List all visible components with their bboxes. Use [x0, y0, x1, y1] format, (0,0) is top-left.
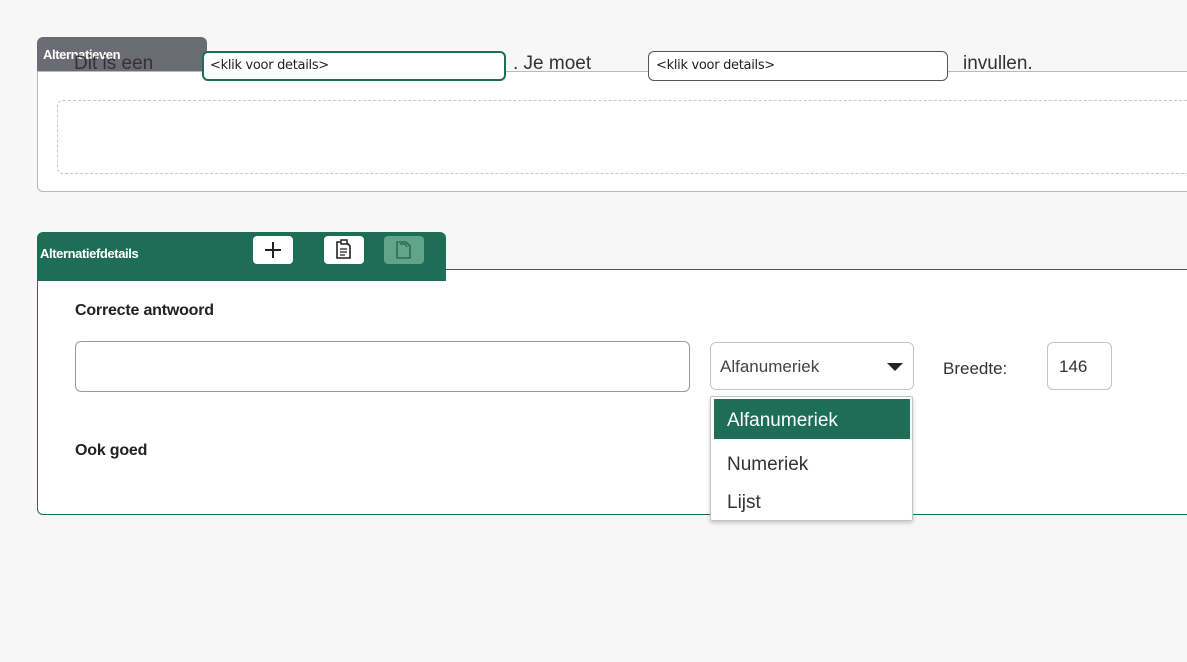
- correct-answer-input[interactable]: [75, 341, 690, 392]
- paste-icon: [396, 241, 411, 259]
- gap-field-2[interactable]: <klik voor details>: [648, 51, 948, 81]
- gap-field-1[interactable]: <klik voor details>: [202, 51, 506, 81]
- paste-button[interactable]: [384, 236, 424, 264]
- answer-type-dropdown: Alfanumeriek Numeriek Lijst: [710, 396, 913, 521]
- copy-button[interactable]: [324, 236, 364, 264]
- sentence-text-3: invullen.: [963, 53, 1033, 74]
- tab-alternatiefdetails-label: Alternatiefdetails: [40, 246, 139, 261]
- option-lijst[interactable]: Lijst: [714, 481, 910, 519]
- answer-type-select[interactable]: Alfanumeriek: [710, 342, 914, 390]
- sentence-text-2: . Je moet: [513, 53, 592, 74]
- add-alternative-button[interactable]: [253, 236, 293, 264]
- plus-icon: [265, 242, 281, 258]
- copy-icon: [336, 239, 351, 259]
- width-label: Breedte:: [943, 359, 1008, 378]
- tab-alternatiefdetails: Alternatiefdetails: [37, 232, 446, 281]
- caret-down-icon: [887, 363, 903, 371]
- option-numeriek[interactable]: Numeriek: [714, 443, 910, 481]
- option-alfanumeriek[interactable]: Alfanumeriek: [714, 399, 910, 439]
- details-panel-top-border: [446, 269, 1187, 270]
- sentence-dropzone: [57, 100, 1187, 174]
- correct-answer-label: Correcte antwoord: [75, 302, 214, 319]
- answer-type-value: Alfanumeriek: [720, 357, 820, 376]
- width-input[interactable]: 146: [1047, 342, 1112, 390]
- alternatives-panel: [37, 71, 1187, 192]
- also-correct-label: Ook goed: [75, 442, 148, 459]
- sentence-text-1: Dit is een: [74, 53, 154, 74]
